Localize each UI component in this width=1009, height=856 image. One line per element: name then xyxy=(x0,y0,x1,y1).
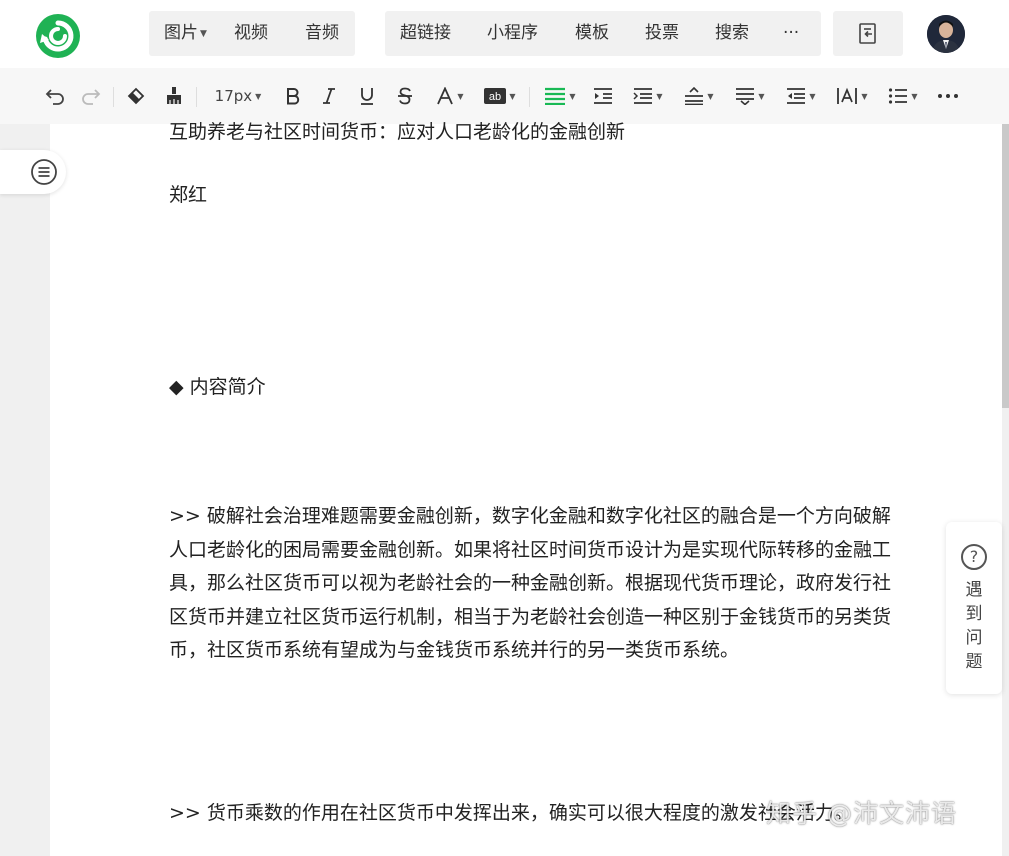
undo-icon xyxy=(45,89,64,105)
toolbar-divider xyxy=(113,87,114,107)
list-dropdown[interactable]: ▼ xyxy=(885,84,921,108)
chevron-down-icon: ▼ xyxy=(200,29,207,39)
paragraph-spacing-icon xyxy=(633,88,653,104)
hyperlink-button[interactable]: 超链接 xyxy=(400,11,451,56)
media-insert-group: 图片 ▼ 视频 音频 xyxy=(149,11,355,56)
paragraph-1[interactable]: >> 破解社会治理难题需要金融创新，数字化金融和数字化社区的融合是一个方向破解人… xyxy=(169,500,895,668)
undo-button[interactable] xyxy=(44,84,66,108)
redo-button[interactable] xyxy=(80,84,102,108)
outdent-dropdown[interactable]: ▼ xyxy=(783,84,819,108)
clear-format-button[interactable] xyxy=(124,84,148,108)
italic-icon xyxy=(323,88,335,104)
font-color-dropdown[interactable]: ▼ xyxy=(432,84,468,108)
bold-icon xyxy=(287,88,300,105)
outline-icon xyxy=(31,159,57,185)
underline-button[interactable] xyxy=(356,84,378,108)
document-author[interactable]: 郑红 xyxy=(169,179,207,213)
help-label-char: 到 xyxy=(965,604,983,624)
editor-left-margin xyxy=(0,124,50,856)
underline-icon xyxy=(361,88,373,105)
chevron-down-icon: ▼ xyxy=(569,91,576,101)
help-label: 遇到问题 xyxy=(946,578,1002,674)
draft-button[interactable] xyxy=(833,11,903,56)
text-align-dropdown[interactable]: ▼ xyxy=(732,84,768,108)
help-label-char: 遇 xyxy=(965,580,983,600)
indent-icon xyxy=(594,88,612,104)
question-circle-icon: ? xyxy=(961,544,987,570)
top-bar: 图片 ▼ 视频 音频 超链接 小程序 模板 投票 搜索 ··· xyxy=(0,0,1009,68)
content-insert-group: 超链接 小程序 模板 投票 搜索 ··· xyxy=(385,11,821,56)
outdent-icon xyxy=(787,88,806,104)
line-height-dropdown[interactable]: ▼ xyxy=(681,84,717,108)
zhihu-logo-icon[interactable] xyxy=(34,12,82,60)
chevron-down-icon: ▼ xyxy=(509,91,516,101)
outline-toggle-button[interactable] xyxy=(0,150,66,194)
bold-button[interactable] xyxy=(283,84,303,108)
document-title[interactable]: 互助养老与社区时间货币：应对人口老龄化的金融创新 xyxy=(169,116,625,150)
chevron-down-icon: ▼ xyxy=(911,91,918,101)
letter-spacing-icon xyxy=(837,87,858,104)
chevron-down-icon: ▼ xyxy=(809,91,816,101)
video-button[interactable]: 视频 xyxy=(234,11,268,56)
chevron-down-icon: ▼ xyxy=(255,91,262,101)
strikethrough-button[interactable] xyxy=(394,84,416,108)
svg-text:ab: ab xyxy=(489,91,501,103)
poll-button[interactable]: 投票 xyxy=(645,11,679,56)
watermark: 知乎 @沛文沛语 xyxy=(766,799,957,828)
section-heading[interactable]: ◆ 内容简介 xyxy=(169,371,266,405)
line-height-icon xyxy=(685,87,704,105)
editor-page[interactable] xyxy=(50,124,1002,856)
template-button[interactable]: 模板 xyxy=(575,11,609,56)
strikethrough-icon xyxy=(398,87,412,105)
text-align-icon xyxy=(736,88,755,105)
image-menu-label: 图片 xyxy=(164,23,198,43)
more-icon xyxy=(938,94,958,98)
more-format-button[interactable] xyxy=(935,84,961,108)
draft-document-icon xyxy=(859,23,876,44)
help-widget[interactable]: ? 遇到问题 xyxy=(946,522,1002,694)
scrollbar-thumb[interactable] xyxy=(1002,124,1009,408)
format-painter-button[interactable] xyxy=(163,84,185,108)
search-button[interactable]: 搜索 xyxy=(715,11,749,56)
letter-spacing-dropdown[interactable]: ▼ xyxy=(834,84,870,108)
redo-icon xyxy=(82,89,101,105)
font-size-value: 17px xyxy=(214,87,253,105)
highlight-dropdown[interactable]: ab ▼ xyxy=(482,84,518,108)
indent-button[interactable] xyxy=(592,84,614,108)
list-icon xyxy=(889,88,908,104)
font-color-icon xyxy=(437,87,454,105)
more-insert-button[interactable]: ··· xyxy=(783,11,799,56)
font-size-dropdown[interactable]: 17px ▼ xyxy=(209,84,267,108)
chevron-down-icon: ▼ xyxy=(457,91,464,101)
italic-button[interactable] xyxy=(319,84,339,108)
help-label-char: 题 xyxy=(965,652,983,672)
format-painter-icon xyxy=(167,87,181,104)
align-icon xyxy=(545,87,566,105)
clear-format-icon xyxy=(127,87,145,105)
audio-button[interactable]: 音频 xyxy=(305,11,339,56)
image-menu-button[interactable]: 图片 ▼ xyxy=(164,11,207,56)
toolbar-divider xyxy=(529,87,530,107)
chevron-down-icon: ▼ xyxy=(758,91,765,101)
avatar[interactable] xyxy=(927,15,965,53)
mini-program-button[interactable]: 小程序 xyxy=(487,11,538,56)
chevron-down-icon: ▼ xyxy=(861,91,868,101)
chevron-down-icon: ▼ xyxy=(656,91,663,101)
toolbar-divider xyxy=(196,87,197,107)
chevron-down-icon: ▼ xyxy=(707,91,714,101)
align-dropdown[interactable]: ▼ xyxy=(541,84,579,108)
paragraph-spacing-dropdown[interactable]: ▼ xyxy=(630,84,666,108)
highlight-icon: ab xyxy=(484,88,507,104)
help-label-char: 问 xyxy=(965,628,983,648)
